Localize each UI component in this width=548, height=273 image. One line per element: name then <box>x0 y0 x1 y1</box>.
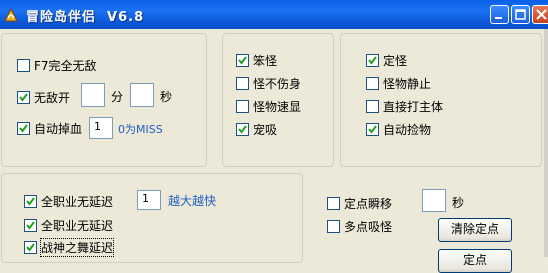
no-delay-option-1[interactable]: 全职业无延迟 <box>24 193 113 209</box>
hit-main-body-label: 直接打主体 <box>383 99 444 114</box>
auto-drop-checkbox[interactable] <box>17 121 30 135</box>
pet-vacuum-label: 宠吸 <box>253 122 278 137</box>
freeze-monster-option[interactable]: 定怪 <box>366 52 407 68</box>
auto-loot-label: 自动捡物 <box>383 122 432 137</box>
freeze-monster-label: 定怪 <box>383 53 408 68</box>
no-delay-checkbox-2[interactable] <box>24 218 37 232</box>
monster-still-option[interactable]: 怪物静止 <box>366 75 431 91</box>
auto-drop-option[interactable]: 自动掉血 <box>17 120 82 136</box>
invincible-label: 无敌开 <box>34 90 71 105</box>
auto-drop-input[interactable]: 1 <box>89 117 113 139</box>
teleport-label: 定点瞬移 <box>344 196 393 211</box>
clear-points-button[interactable]: 清除定点 <box>438 218 512 242</box>
seconds-unit: 秒 <box>160 90 173 104</box>
checkmark-icon <box>26 220 35 230</box>
checkmark-icon <box>19 92 28 102</box>
checkmark-icon <box>238 124 247 134</box>
title-bar[interactable]: 冒险岛伴侣 V6.8 <box>0 0 548 29</box>
auto-drop-hint: 0为MISS <box>118 123 163 136</box>
no-damage-option[interactable]: 怪不伤身 <box>236 75 301 91</box>
teleport-seconds-unit: 秒 <box>452 196 465 210</box>
pet-vacuum-option[interactable]: 宠吸 <box>236 121 277 137</box>
teleport-seconds-input[interactable] <box>422 189 446 212</box>
no-delay-label-1: 全职业无延迟 <box>41 194 114 209</box>
speed-hint: 越大越快 <box>168 194 217 208</box>
no-delay-label-2: 全职业无延迟 <box>41 218 114 233</box>
hit-main-body-checkbox[interactable] <box>366 99 379 113</box>
checkmark-icon <box>26 196 35 206</box>
f7-invincible-option[interactable]: F7完全无敌 <box>17 57 97 73</box>
checkmark-icon <box>368 55 377 65</box>
right-scrollbar[interactable] <box>544 29 548 257</box>
minimize-button[interactable] <box>490 5 509 24</box>
hit-main-body-option[interactable]: 直接打主体 <box>366 98 443 114</box>
close-icon <box>536 9 547 20</box>
no-damage-label: 怪不伤身 <box>253 76 302 91</box>
window-title: 冒险岛伴侣 V6.8 <box>26 10 145 25</box>
invincible-checkbox[interactable] <box>17 90 30 104</box>
auto-loot-checkbox[interactable] <box>366 122 379 136</box>
stupid-monster-option[interactable]: 笨怪 <box>236 52 277 68</box>
f7-invincible-label: F7完全无敌 <box>34 58 97 73</box>
monster-still-label: 怪物静止 <box>383 76 432 91</box>
freeze-monster-checkbox[interactable] <box>366 53 379 67</box>
multi-vacuum-option[interactable]: 多点吸怪 <box>327 218 392 234</box>
multi-vacuum-label: 多点吸怪 <box>344 219 393 234</box>
war-dance-delay-option[interactable]: 战神之舞延迟 <box>24 237 115 257</box>
fast-spawn-checkbox[interactable] <box>236 99 249 113</box>
auto-drop-label: 自动掉血 <box>34 121 83 136</box>
set-point-button[interactable]: 定点 <box>438 249 512 273</box>
no-damage-checkbox[interactable] <box>236 76 249 90</box>
checkmark-icon <box>19 123 28 133</box>
teleport-checkbox[interactable] <box>327 196 340 210</box>
pet-vacuum-checkbox[interactable] <box>236 122 249 136</box>
teleport-option[interactable]: 定点瞬移 <box>327 195 392 211</box>
no-delay-option-2[interactable]: 全职业无延迟 <box>24 217 113 233</box>
checkmark-icon <box>238 55 247 65</box>
client-area: F7完全无敌 无敌开 分 秒 自动掉血 1 0为MISS 笨怪 怪不伤身 怪物速… <box>0 29 548 273</box>
invincible-seconds-input[interactable] <box>130 83 154 107</box>
invincible-minutes-input[interactable] <box>81 83 105 107</box>
checkmark-icon <box>26 242 35 252</box>
minutes-unit: 分 <box>111 90 124 104</box>
no-delay-checkbox-1[interactable] <box>24 194 37 208</box>
f7-invincible-checkbox[interactable] <box>17 58 30 72</box>
maximize-icon <box>515 9 526 20</box>
invincible-option[interactable]: 无敌开 <box>17 89 70 105</box>
minimize-icon <box>495 17 502 19</box>
maximize-button[interactable] <box>511 5 530 24</box>
multi-vacuum-checkbox[interactable] <box>327 219 340 233</box>
fast-spawn-label: 怪物速显 <box>253 99 302 114</box>
close-button[interactable] <box>532 5 548 24</box>
stupid-monster-label: 笨怪 <box>253 53 278 68</box>
fast-spawn-option[interactable]: 怪物速显 <box>236 98 301 114</box>
monster-still-checkbox[interactable] <box>366 76 379 90</box>
app-icon <box>4 8 18 22</box>
war-dance-delay-checkbox[interactable] <box>24 240 37 254</box>
speed-input[interactable]: 1 <box>137 190 161 210</box>
checkmark-icon <box>368 124 377 134</box>
auto-loot-option[interactable]: 自动捡物 <box>366 121 431 137</box>
war-dance-delay-label: 战神之舞延迟 <box>39 237 115 257</box>
stupid-monster-checkbox[interactable] <box>236 53 249 67</box>
